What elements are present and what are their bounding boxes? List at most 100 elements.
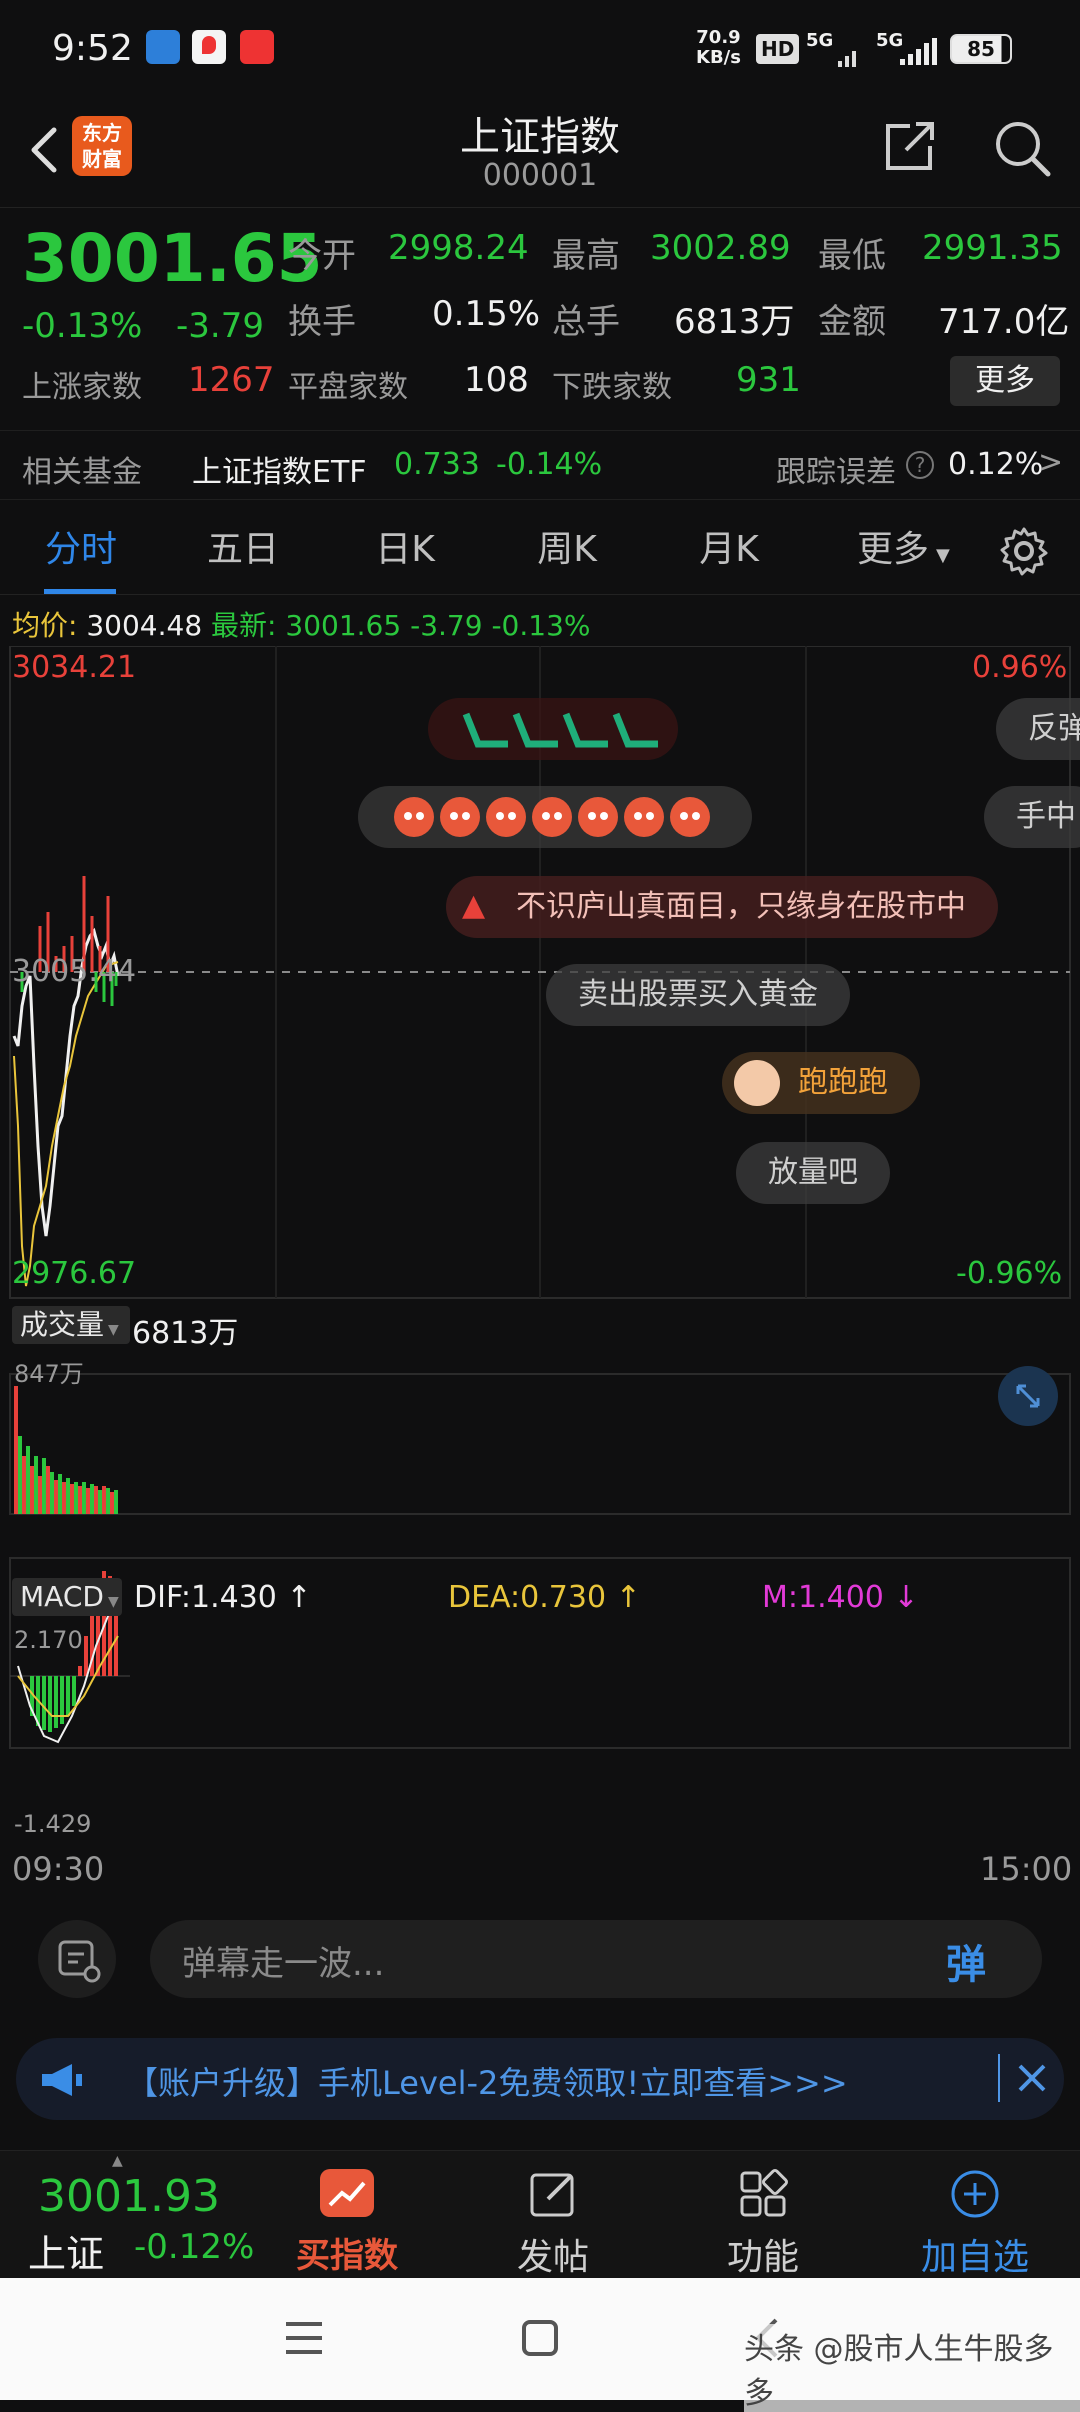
macd-bottom-label: -1.429 bbox=[14, 1810, 92, 1838]
up-count-label: 上涨家数 bbox=[22, 370, 142, 405]
intraday-chart-area: 均价: 3004.48 最新: 3001.65 -3.79 -0.13% 303… bbox=[0, 600, 1080, 1900]
chart-period-tabs: 分时 五日 日K 周K 月K 更多 ▼ bbox=[0, 505, 1080, 595]
macd-indicator-select[interactable]: MACD ▼ bbox=[12, 1578, 122, 1616]
dropdown-icon[interactable]: ▼ bbox=[936, 545, 950, 566]
down-count-label: 下跌家数 bbox=[552, 370, 672, 405]
stock-code: 000001 bbox=[482, 158, 598, 193]
danmu-face-bubble[interactable] bbox=[358, 786, 752, 848]
app-notification-icon bbox=[146, 30, 180, 64]
bottom-index-name[interactable]: 上证 bbox=[28, 2223, 104, 2278]
back-icon[interactable] bbox=[20, 120, 72, 180]
open-label: 今开 bbox=[288, 236, 356, 276]
danmu-message-6[interactable]: 手中 bbox=[984, 786, 1080, 848]
status-bar: 9:52 70.9 KB/s HD 5G 5G 85 bbox=[0, 0, 1080, 100]
open-value: 2998.24 bbox=[388, 228, 529, 268]
avg-price-line bbox=[13, 961, 119, 1287]
emoji-avatar-icon bbox=[734, 1060, 780, 1106]
page-title: 上证指数 bbox=[460, 114, 620, 160]
expand-icon[interactable] bbox=[998, 1366, 1058, 1426]
fund-name[interactable]: 上证指数ETF bbox=[192, 447, 367, 491]
low-value: 2991.35 bbox=[922, 228, 1063, 268]
collapse-arrow-icon[interactable]: ▲ bbox=[112, 2153, 123, 2169]
megaphone-icon bbox=[38, 2060, 84, 2100]
function-button[interactable]: 功能 bbox=[688, 2169, 838, 2280]
plus-circle-icon bbox=[948, 2169, 1002, 2219]
signal-1-label: 5G bbox=[806, 30, 834, 51]
high-value: 3002.89 bbox=[650, 228, 791, 268]
tab-five-day[interactable]: 五日 bbox=[168, 505, 318, 595]
add-watchlist-button[interactable]: 加自选 bbox=[900, 2169, 1050, 2280]
signal-2-icon bbox=[898, 36, 938, 66]
more-button[interactable]: 更多 bbox=[950, 356, 1060, 406]
help-icon[interactable]: ? bbox=[906, 451, 934, 479]
flat-count-label: 平盘家数 bbox=[288, 370, 408, 405]
related-fund-row[interactable]: 相关基金 上证指数ETF 0.733 -0.14% 跟踪误差 ? 0.12% > bbox=[0, 430, 1080, 500]
bottom-nav: ▲ 3001.93 上证 -0.12% 买指数 发帖 功能 加自选 bbox=[0, 2150, 1080, 2278]
edit-icon bbox=[526, 2169, 580, 2219]
avg-price-value: 3004.48 bbox=[86, 609, 203, 642]
network-speed: 70.9 KB/s bbox=[696, 27, 741, 68]
volume-label: 总手 bbox=[552, 302, 620, 342]
macd-top-label: 2.170 bbox=[14, 1626, 83, 1654]
dea-value: DEA:0.730 ↑ bbox=[448, 1580, 641, 1615]
down-count: 931 bbox=[736, 360, 801, 400]
volume-value: 6813万 bbox=[674, 302, 795, 342]
chevron-right-icon[interactable]: > bbox=[1038, 445, 1063, 480]
buy-index-label: 买指数 bbox=[296, 2236, 398, 2276]
tab-daily-k[interactable]: 日K bbox=[330, 505, 480, 595]
time-start: 09:30 bbox=[12, 1850, 105, 1888]
danmu-input-bar: 弹幕走一波... 弹 bbox=[0, 1900, 1080, 2020]
tab-weekly-k[interactable]: 周K bbox=[492, 505, 642, 595]
latest-value: 3001.65 bbox=[285, 609, 402, 642]
danmu-emoji-bubble[interactable] bbox=[428, 698, 678, 760]
trend-chart-icon bbox=[320, 2169, 374, 2217]
latest-change: -3.79 bbox=[410, 609, 483, 642]
danmu-message-4[interactable]: 放量吧 bbox=[736, 1142, 890, 1204]
function-label: 功能 bbox=[726, 2237, 799, 2278]
danmu-message-1[interactable]: ▲ 不识庐山真面目，只缘身在股市中 bbox=[446, 876, 998, 938]
amount-value: 717.0亿 bbox=[938, 302, 1070, 342]
buy-index-button[interactable]: 买指数 bbox=[272, 2169, 422, 2277]
post-button[interactable]: 发帖 bbox=[478, 2169, 628, 2280]
tab-monthly-k[interactable]: 月K bbox=[654, 505, 804, 595]
firework-icon: ▲ bbox=[462, 888, 486, 923]
danmu-input-field[interactable]: 弹幕走一波... 弹 bbox=[150, 1920, 1042, 1998]
bottom-index-price[interactable]: 3001.93 bbox=[38, 2171, 220, 2222]
danmu-send-button[interactable]: 弹 bbox=[946, 1932, 986, 1990]
avg-price-label: 均价: bbox=[12, 609, 78, 642]
volume-total: 6813万 bbox=[132, 1316, 239, 1351]
fund-price: 0.733 bbox=[394, 447, 480, 482]
danmu-settings-icon[interactable] bbox=[38, 1920, 116, 1998]
close-icon[interactable] bbox=[1012, 2058, 1052, 2098]
tab-intraday[interactable]: 分时 bbox=[6, 505, 156, 595]
axis-top-percent: 0.96% bbox=[972, 650, 1068, 685]
bottom-index-percent[interactable]: -0.12% bbox=[134, 2227, 254, 2267]
tracking-error-value: 0.12% bbox=[948, 447, 1044, 482]
toutiao-notification-icon bbox=[240, 30, 274, 64]
share-icon[interactable] bbox=[880, 116, 940, 176]
post-label: 发帖 bbox=[516, 2237, 589, 2278]
time-end: 15:00 bbox=[980, 1850, 1073, 1888]
volume-indicator-select[interactable]: 成交量 ▼ bbox=[12, 1306, 130, 1344]
search-icon[interactable] bbox=[990, 116, 1054, 180]
hd-icon: HD bbox=[756, 34, 800, 64]
up-count: 1267 bbox=[188, 360, 275, 400]
danmu-message-2[interactable]: 卖出股票买入黄金 bbox=[546, 964, 850, 1026]
change-percent: -0.13% bbox=[22, 306, 143, 346]
add-watchlist-label: 加自选 bbox=[920, 2237, 1029, 2278]
signal-1-icon bbox=[836, 38, 862, 67]
system-nav-bar: 头条 @股市人生牛股多多 bbox=[0, 2278, 1080, 2412]
recent-apps-icon[interactable] bbox=[284, 2320, 324, 2356]
grid-apps-icon bbox=[736, 2169, 790, 2219]
settings-gear-icon[interactable] bbox=[998, 525, 1050, 577]
flat-count: 108 bbox=[464, 360, 529, 400]
danmu-message-3[interactable]: 跑跑跑 bbox=[722, 1052, 920, 1114]
danmu-message-5[interactable]: 反弹 bbox=[996, 698, 1080, 760]
banner-text[interactable]: 【账户升级】手机Level-2免费领取!立即查看>>> bbox=[126, 2058, 848, 2104]
account-upgrade-banner[interactable]: 【账户升级】手机Level-2免费领取!立即查看>>> bbox=[16, 2038, 1064, 2120]
latest-percent: -0.13% bbox=[491, 609, 591, 642]
home-icon[interactable] bbox=[520, 2318, 560, 2358]
watermark: 头条 @股市人生牛股多多 bbox=[744, 2324, 1080, 2412]
fund-label: 相关基金 bbox=[22, 455, 142, 490]
eastmoney-logo[interactable]: 东方 财富 bbox=[72, 116, 132, 176]
